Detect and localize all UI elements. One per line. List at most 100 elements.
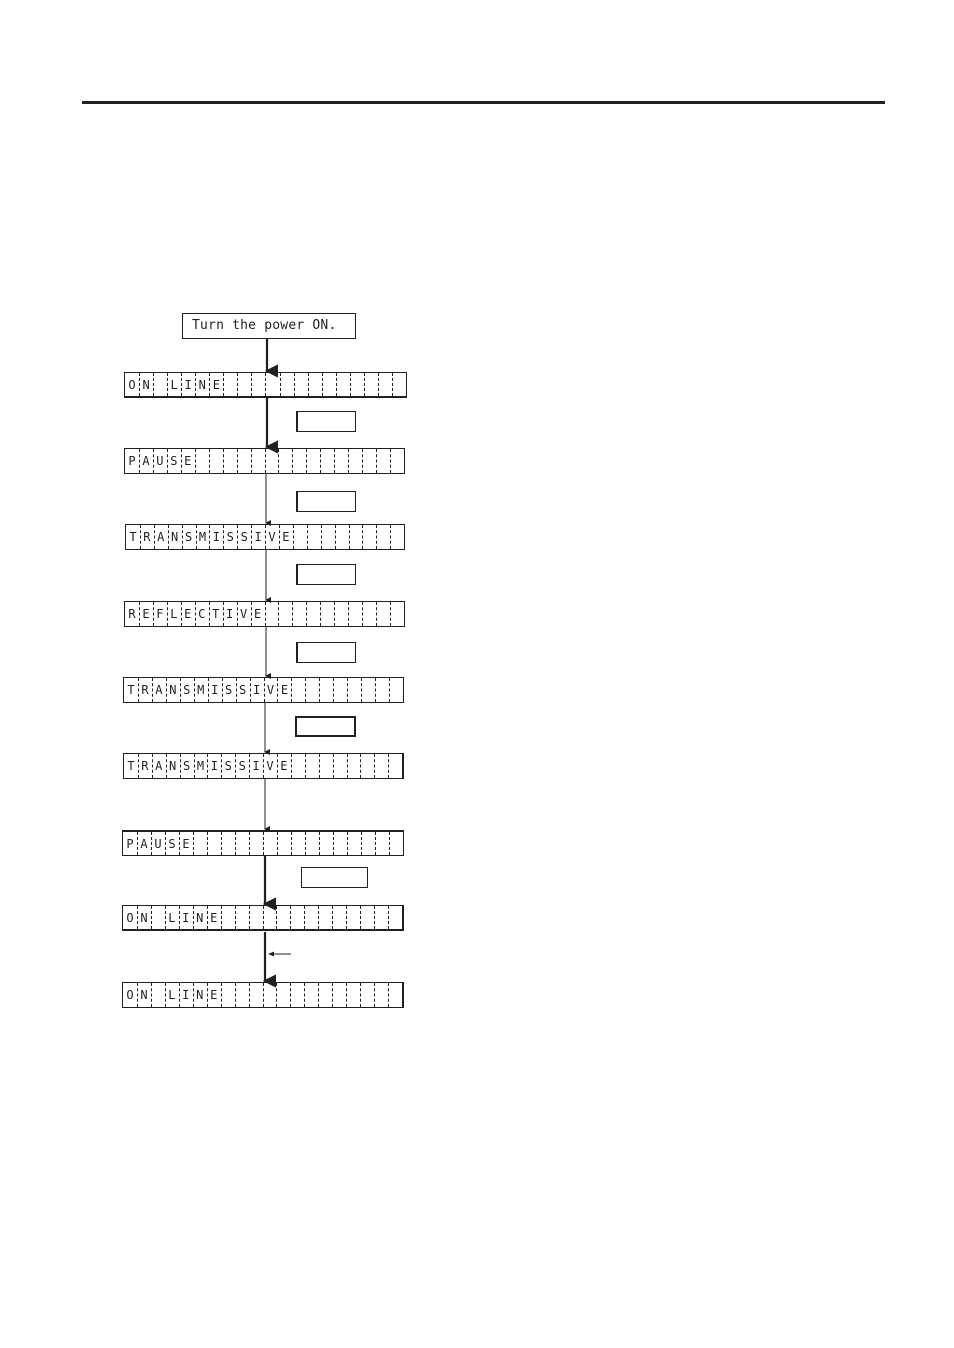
lcd-display: TRANSMISSIVE	[125, 524, 405, 550]
lcd-cell: S	[221, 678, 236, 702]
lcd-cell	[349, 373, 364, 396]
lcd-cell	[290, 754, 305, 778]
lcd-cell	[389, 832, 403, 855]
lcd-cell	[391, 373, 406, 396]
lcd-cell	[305, 678, 319, 702]
lcd-cell	[251, 373, 265, 396]
lcd-cell	[265, 373, 279, 396]
lcd-cell: I	[251, 525, 265, 549]
lcd-cell	[374, 754, 388, 778]
lcd-cell	[363, 373, 378, 396]
lcd-cell	[236, 449, 251, 473]
lcd-cell	[292, 449, 306, 473]
lcd-cell: P	[126, 837, 134, 851]
lcd-cell: T	[127, 759, 135, 773]
lcd-cell	[291, 832, 305, 855]
lcd-cell	[362, 602, 376, 626]
lcd-cell	[278, 449, 292, 473]
lcd-cell: A	[151, 678, 166, 702]
lcd-cell	[222, 449, 237, 473]
lcd-cell: N	[192, 983, 207, 1007]
lcd-cell	[376, 525, 390, 549]
lcd-cell	[250, 449, 265, 473]
lcd-cell: I	[178, 983, 193, 1007]
lcd-cell: A	[153, 525, 168, 549]
lcd-cell: I	[178, 906, 193, 929]
lcd-cell: L	[166, 602, 181, 626]
lcd-cell: U	[152, 449, 167, 473]
lcd-cell: S	[166, 449, 181, 473]
lcd-cell	[306, 525, 321, 549]
lcd-cell	[320, 449, 334, 473]
lcd-cell	[318, 754, 333, 778]
lcd-cell	[234, 906, 249, 929]
lcd-cell: C	[194, 602, 209, 626]
lcd-cell	[334, 525, 349, 549]
lcd-cell	[335, 373, 350, 396]
lcd-cell	[390, 525, 404, 549]
lcd-cell	[207, 832, 221, 855]
key-button-box	[296, 411, 356, 432]
lcd-cell: N	[165, 678, 180, 702]
lcd-cell	[290, 983, 304, 1007]
lcd-cell	[346, 983, 360, 1007]
lcd-cell	[376, 602, 390, 626]
lcd-cell: L	[167, 373, 181, 396]
lcd-cell: I	[207, 678, 222, 702]
lcd-cell	[262, 983, 277, 1007]
lcd-cell	[388, 906, 402, 929]
lcd-cell: T	[129, 530, 137, 544]
lcd-cell	[248, 983, 263, 1007]
lcd-cell: S	[223, 525, 237, 549]
lcd-cell	[220, 983, 235, 1007]
lcd-cell	[348, 525, 363, 549]
lcd-cell: E	[138, 602, 153, 626]
lcd-display: ONLINE	[122, 982, 404, 1008]
lcd-display: ONLINE	[124, 372, 407, 398]
lcd-cell: M	[193, 678, 208, 702]
lcd-cell: P	[128, 454, 136, 468]
lcd-cell	[150, 983, 165, 1007]
lcd-cell: E	[206, 983, 221, 1007]
lcd-cell: E	[277, 678, 291, 702]
lcd-cell: S	[221, 754, 235, 778]
lcd-cell	[348, 449, 362, 473]
lcd-cell	[319, 678, 333, 702]
lcd-cell	[321, 373, 336, 396]
lcd-cell: N	[192, 906, 207, 929]
lcd-cell	[279, 373, 294, 396]
lcd-cell: I	[249, 754, 263, 778]
lcd-cell: V	[265, 525, 279, 549]
lcd-cell: V	[263, 678, 278, 702]
lcd-cell	[304, 906, 318, 929]
lcd-cell: S	[235, 678, 250, 702]
lcd-cell: A	[151, 754, 166, 778]
lcd-cell: N	[165, 754, 180, 778]
lcd-cell	[346, 754, 361, 778]
lcd-cell	[360, 906, 374, 929]
key-button-box	[296, 564, 356, 585]
lcd-cell	[292, 602, 306, 626]
lcd-cell	[249, 832, 263, 855]
lcd-cell	[153, 373, 167, 396]
lcd-cell	[361, 678, 375, 702]
key-button-box	[296, 642, 356, 663]
lcd-cell: E	[206, 906, 221, 929]
lcd-cell	[248, 906, 263, 929]
lcd-cell	[347, 832, 361, 855]
lcd-cell	[377, 373, 392, 396]
lcd-cell	[223, 373, 237, 396]
key-button-box	[295, 716, 356, 737]
lcd-cell: I	[207, 754, 221, 778]
lcd-cell: A	[137, 832, 151, 855]
lcd-cell: S	[165, 832, 179, 855]
lcd-cell: E	[179, 832, 193, 855]
lcd-display: TRANSMISSIVE	[123, 753, 404, 779]
lcd-cell	[262, 906, 277, 929]
lcd-cell: N	[136, 906, 151, 929]
lcd-cell: E	[278, 525, 293, 549]
lcd-cell	[376, 449, 390, 473]
lcd-cell: M	[195, 525, 210, 549]
lcd-cell	[360, 754, 374, 778]
lcd-cell	[293, 373, 308, 396]
